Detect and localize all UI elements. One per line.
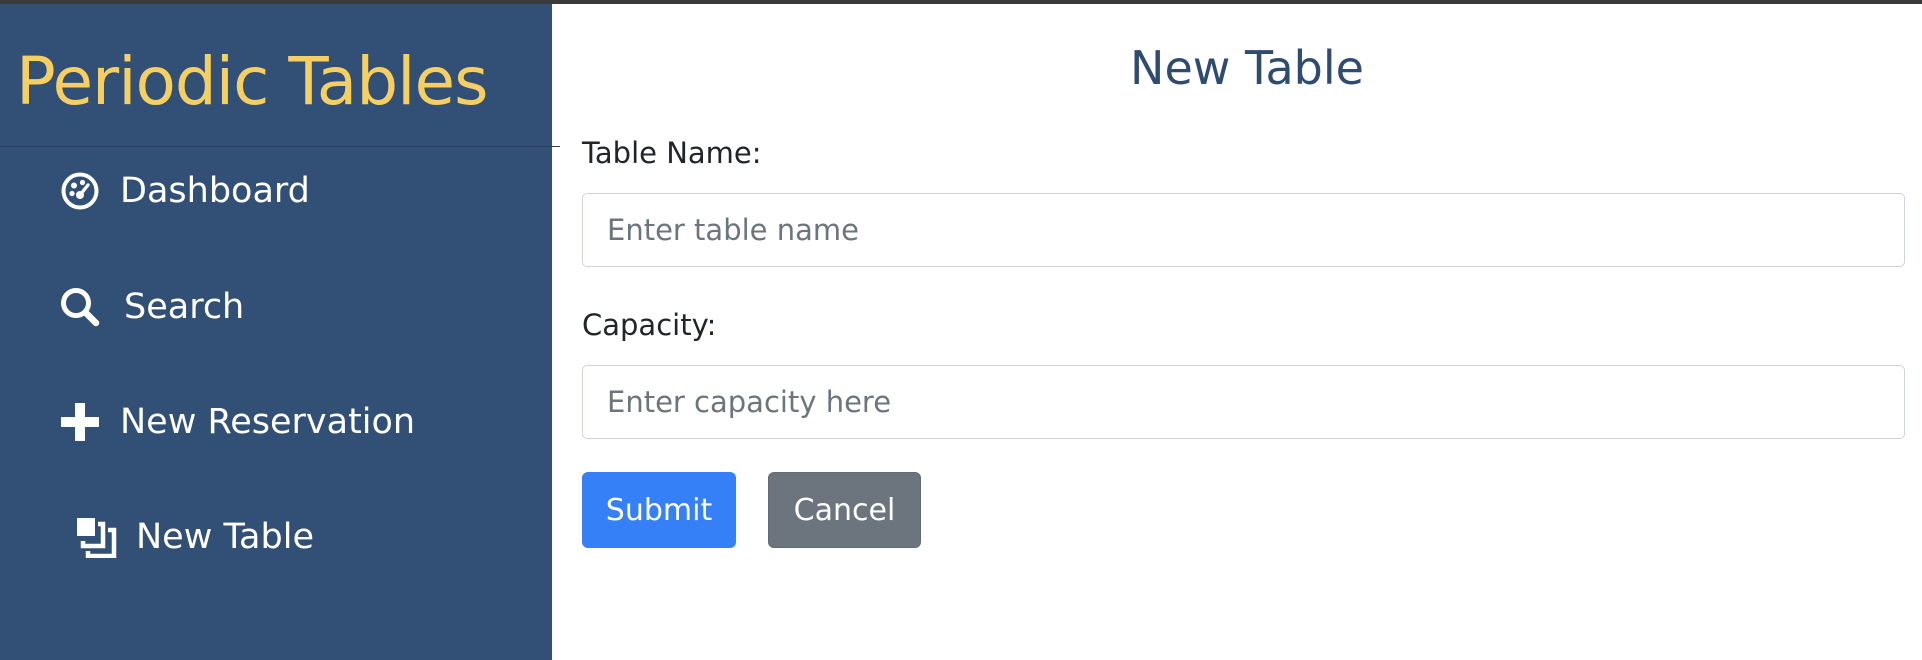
sidebar-item-dashboard[interactable]: Dashboard — [58, 164, 310, 218]
sidebar-item-new-table[interactable]: New Table — [74, 510, 314, 564]
brand-divider — [0, 146, 560, 147]
app-title: Periodic Tables — [16, 43, 488, 120]
sidebar-item-label: New Reservation — [120, 402, 416, 442]
sidebar: Periodic Tables Dashboard Search New Res… — [0, 4, 560, 660]
main-content: New Table Table Name: Capacity: Submit C… — [552, 4, 1922, 660]
table-name-input[interactable] — [582, 193, 1905, 267]
table-name-label: Table Name: — [582, 136, 762, 170]
dashboard-icon — [58, 171, 102, 211]
layers-icon — [74, 516, 118, 558]
search-icon — [58, 286, 102, 328]
sidebar-item-label: New Table — [136, 517, 314, 557]
submit-button[interactable]: Submit — [582, 472, 736, 548]
sidebar-item-new-reservation[interactable]: New Reservation — [58, 395, 415, 449]
capacity-label: Capacity: — [582, 308, 717, 342]
sidebar-item-label: Dashboard — [120, 171, 310, 211]
cancel-button[interactable]: Cancel — [768, 472, 921, 548]
sidebar-item-label: Search — [124, 287, 245, 327]
sidebar-item-search[interactable]: Search — [58, 280, 244, 334]
plus-icon — [58, 402, 102, 442]
capacity-input[interactable] — [582, 365, 1905, 439]
page-title: New Table — [1130, 41, 1364, 95]
